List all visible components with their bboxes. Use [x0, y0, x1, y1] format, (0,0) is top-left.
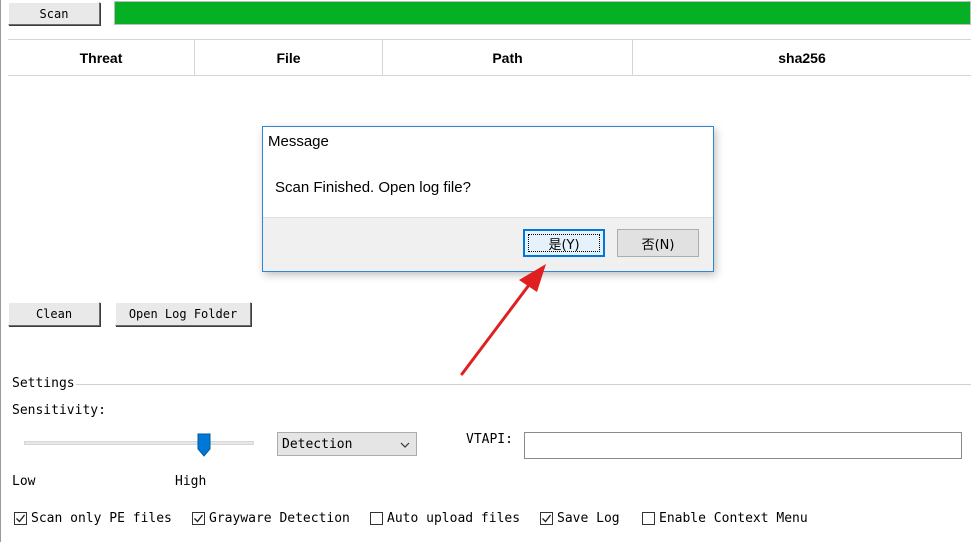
chevron-down-icon: [400, 439, 410, 449]
settings-group-divider: [76, 384, 971, 385]
column-header-sha256[interactable]: sha256: [633, 40, 971, 75]
column-header-threat[interactable]: Threat: [8, 40, 195, 75]
window-edge: [0, 0, 1, 542]
open-log-folder-button[interactable]: Open Log Folder: [115, 302, 251, 326]
dialog-button-bar: 是(Y) 否(N): [263, 217, 713, 271]
sensitivity-slider-track[interactable]: [24, 441, 254, 445]
option-grayware-detection[interactable]: Grayware Detection: [192, 511, 350, 526]
option-enable-context-menu[interactable]: Enable Context Menu: [642, 511, 808, 526]
column-header-path[interactable]: Path: [383, 40, 633, 75]
checkbox-checked-icon[interactable]: [540, 512, 553, 525]
sensitivity-high-label: High: [175, 474, 207, 489]
option-label: Enable Context Menu: [659, 511, 808, 526]
scan-button[interactable]: Scan: [8, 2, 100, 25]
clean-button[interactable]: Clean: [8, 302, 100, 326]
sensitivity-label: Sensitivity:: [12, 403, 106, 418]
checkbox-unchecked-icon[interactable]: [642, 512, 655, 525]
results-table-header: Threat File Path sha256: [8, 39, 971, 76]
dialog-title: Message: [268, 133, 329, 150]
checkbox-unchecked-icon[interactable]: [370, 512, 383, 525]
mode-select-value: Detection: [282, 437, 353, 452]
settings-group-label: Settings: [12, 376, 75, 391]
column-header-file[interactable]: File: [195, 40, 383, 75]
option-label: Save Log: [557, 511, 620, 526]
dialog-message: Scan Finished. Open log file?: [275, 179, 471, 196]
sensitivity-slider-thumb[interactable]: [197, 433, 211, 457]
scan-progress-fill: [115, 2, 970, 24]
dialog-no-button[interactable]: 否(N): [617, 229, 699, 257]
vtapi-input[interactable]: [524, 432, 962, 459]
message-dialog: Message Scan Finished. Open log file? 是(…: [262, 126, 714, 272]
mode-select[interactable]: Detection: [277, 432, 417, 456]
option-label: Auto upload files: [387, 511, 521, 526]
sensitivity-low-label: Low: [12, 474, 36, 489]
checkbox-checked-icon[interactable]: [192, 512, 205, 525]
option-scan-only-pe-files[interactable]: Scan only PE files: [14, 511, 172, 526]
dialog-yes-button[interactable]: 是(Y): [523, 229, 605, 257]
option-auto-upload-files[interactable]: Auto upload files: [370, 511, 520, 526]
option-save-log[interactable]: Save Log: [540, 511, 620, 526]
option-label: Grayware Detection: [209, 511, 350, 526]
scan-progress-bar: [114, 1, 971, 25]
vtapi-label: VTAPI:: [466, 432, 513, 447]
checkbox-checked-icon[interactable]: [14, 512, 27, 525]
option-label: Scan only PE files: [31, 511, 172, 526]
